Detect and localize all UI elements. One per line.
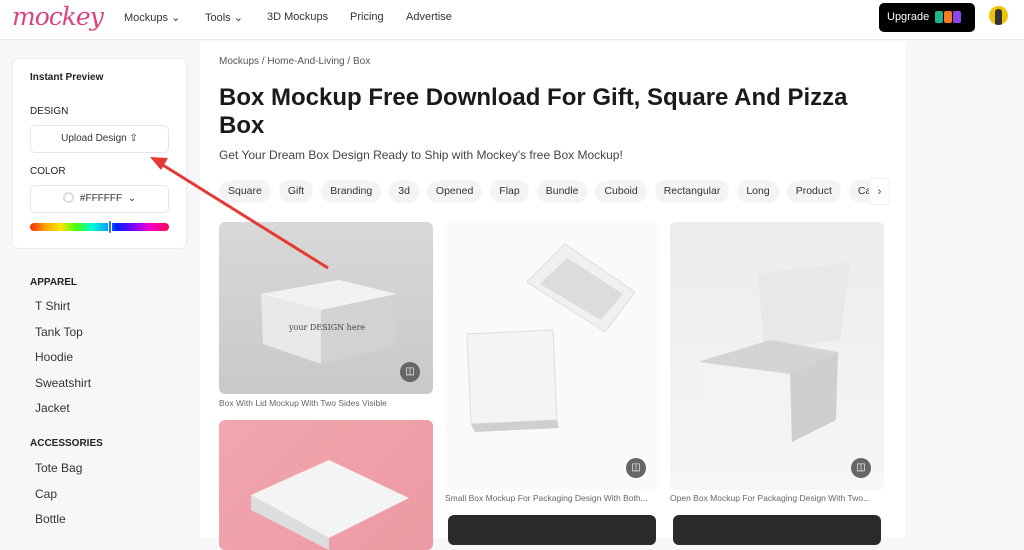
tag-product[interactable]: Product [786, 180, 841, 203]
breadcrumb: Mockups / Home-And-Living / Box [219, 56, 371, 67]
category-accessories: ACCESSORIES [30, 438, 103, 449]
tag-long[interactable]: Long [737, 180, 779, 203]
mockup-card-next[interactable] [673, 515, 881, 545]
mockup-card-pink-box[interactable] [219, 420, 433, 550]
mockey-logo[interactable]: mockey [12, 2, 104, 31]
upgrade-label: Upgrade [887, 11, 930, 23]
tag-opened[interactable]: Opened [426, 180, 483, 203]
color-select[interactable]: #FFFFFF ⌄ [30, 185, 169, 213]
sidebar-item-tank-top[interactable]: Tank Top [35, 325, 83, 339]
mockup-card-open-box[interactable]: ◫ [670, 222, 884, 490]
sidebar-item-hoodie[interactable]: Hoodie [35, 350, 73, 364]
tag-flap[interactable]: Flap [490, 180, 529, 203]
page-subtitle: Get Your Dream Box Design Ready to Ship … [219, 148, 623, 162]
breadcrumb-mockups[interactable]: Mockups [219, 56, 259, 67]
upload-design-button[interactable]: Upload Design ⇪ [30, 125, 169, 153]
tag-list: Square Gift Branding 3d Opened Flap Bundle Cubo… [219, 180, 871, 204]
nav-mockups[interactable]: Mockups ⌄ [124, 11, 180, 24]
box-image [698, 262, 850, 442]
hue-slider-handle[interactable] [108, 220, 112, 234]
tag-branding[interactable]: Branding [321, 180, 382, 203]
nav-3d-mockups[interactable]: 3D Mockups [267, 11, 328, 23]
page-title: Box Mockup Free Download For Gift, Squar… [219, 84, 848, 139]
mockup-card-small-box[interactable]: ◫ [445, 222, 659, 490]
hue-slider[interactable] [30, 223, 169, 231]
tag-3d[interactable]: 3d [389, 180, 419, 203]
box-image [466, 243, 636, 432]
category-apparel: APPAREL [30, 277, 78, 288]
sidebar-item-t-shirt[interactable]: T Shirt [35, 299, 70, 313]
chevron-down-icon: ⌄ [124, 193, 137, 204]
upgrade-button[interactable]: Upgrade [879, 3, 975, 32]
design-label: DESIGN [30, 106, 69, 117]
chevron-right-icon[interactable]: › [869, 178, 890, 205]
compare-icon[interactable]: ◫ [400, 362, 420, 382]
breadcrumb-home-and-living[interactable]: Home-And-Living [267, 56, 344, 67]
compare-icon[interactable]: ◫ [851, 458, 871, 478]
mockup-caption[interactable]: Open Box Mockup For Packaging Design Wit… [670, 493, 884, 503]
tag-cardboard[interactable]: Cardboard [848, 180, 871, 203]
compare-icon[interactable]: ◫ [626, 458, 646, 478]
plus-icon [944, 11, 952, 23]
mockup-card-box-with-lid[interactable]: your DESIGN here ◫ [219, 222, 433, 394]
nav-advertise[interactable]: Advertise [406, 11, 452, 23]
color-swatch-icon [62, 192, 74, 203]
breadcrumb-box[interactable]: Box [353, 56, 370, 67]
color-value: #FFFFFF [79, 193, 123, 204]
nav-tools[interactable]: Tools ⌄ [205, 11, 243, 24]
box-image [251, 460, 409, 550]
tag-cuboid[interactable]: Cuboid [595, 180, 647, 203]
color-label: COLOR [30, 166, 66, 177]
upload-label: Upload Design [61, 133, 127, 144]
top-nav: mockey Mockups ⌄ Tools ⌄ 3D Mockups Pric… [0, 0, 1024, 40]
sidebar-item-cap[interactable]: Cap [35, 487, 57, 501]
mockup-caption[interactable]: Box With Lid Mockup With Two Sides Visib… [219, 398, 433, 408]
sparkle-icon [953, 11, 961, 23]
sidebar-item-jacket[interactable]: Jacket [35, 401, 70, 415]
nav-pricing[interactable]: Pricing [350, 11, 384, 23]
upload-icon: ⇪ [129, 133, 138, 144]
tag-gift[interactable]: Gift [278, 180, 314, 203]
box-print-text: your DESIGN here [288, 323, 365, 332]
tag-rectangular[interactable]: Rectangular [654, 180, 730, 203]
tag-bundle[interactable]: Bundle [536, 180, 588, 203]
tag-square[interactable]: Square [219, 180, 271, 203]
panel-title: Instant Preview [30, 72, 104, 83]
sidebar-item-sweatshirt[interactable]: Sweatshirt [35, 376, 91, 390]
sidebar-item-bottle[interactable]: Bottle [35, 512, 66, 526]
ai-tool-icon [935, 11, 943, 23]
mockup-card-next[interactable] [448, 515, 656, 545]
avatar[interactable] [989, 6, 1008, 25]
mockup-caption[interactable]: Small Box Mockup For Packaging Design Wi… [445, 493, 659, 503]
sidebar-item-tote-bag[interactable]: Tote Bag [35, 461, 82, 475]
instant-preview-panel: Instant Preview DESIGN Upload Design ⇪ C… [12, 58, 187, 249]
